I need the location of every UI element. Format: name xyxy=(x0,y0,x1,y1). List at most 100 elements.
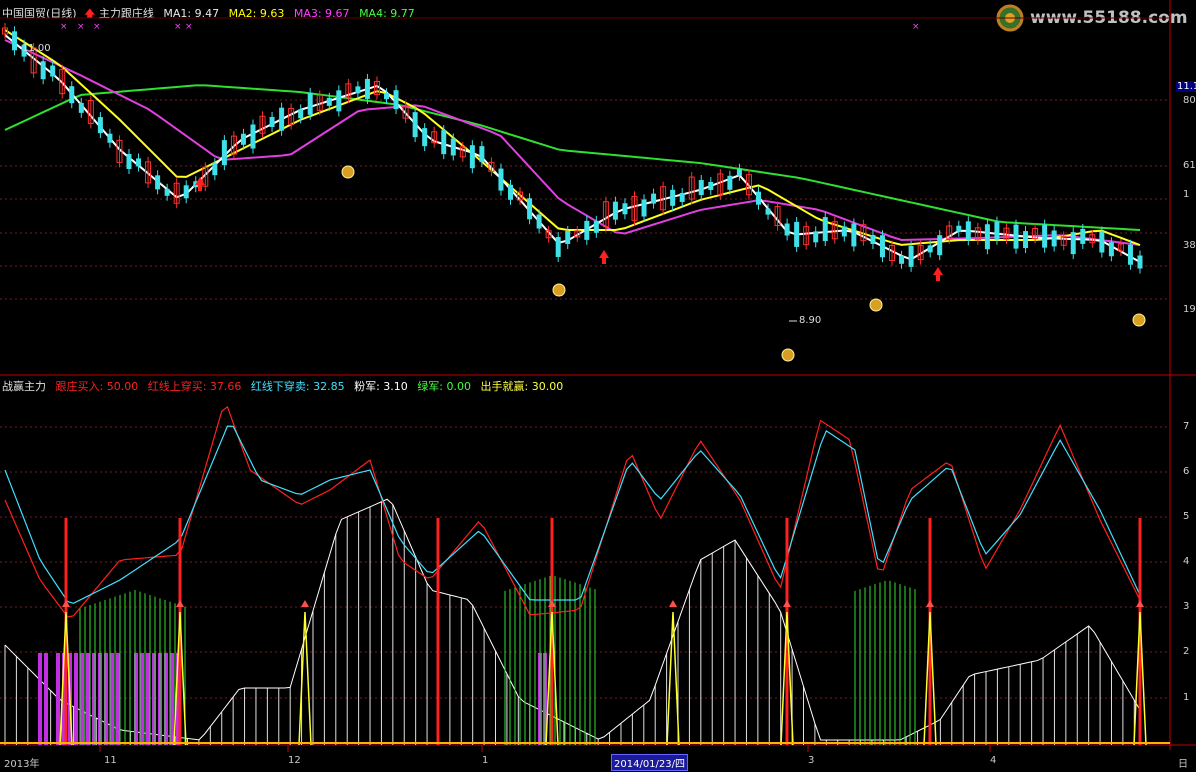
candle-body xyxy=(78,102,84,113)
legend-red-cross-sell: 红线下穿卖: 32.85 xyxy=(250,380,345,393)
indicator-tick: 1 xyxy=(1183,692,1190,703)
x-label: 3 xyxy=(808,755,815,766)
pink-army-bar xyxy=(74,653,78,745)
signal-arrow-icon xyxy=(783,600,791,607)
strike-win-spike xyxy=(298,611,312,746)
candle-body xyxy=(593,220,599,233)
candle-body xyxy=(1127,244,1133,265)
candle-body xyxy=(927,245,933,253)
candle-body xyxy=(326,97,332,106)
candle-body xyxy=(40,61,46,80)
candle-body xyxy=(994,221,1000,240)
candle-body xyxy=(479,146,485,163)
indicator-tick: 7 xyxy=(1183,421,1190,432)
cursor-date: 2014/01/23/四 xyxy=(611,754,689,771)
candle-body xyxy=(651,193,657,204)
x-label: 11 xyxy=(104,755,117,766)
candle-body xyxy=(937,235,943,256)
red-line xyxy=(4,405,1141,618)
candle-body xyxy=(364,78,370,99)
candle-body xyxy=(1070,232,1076,255)
candle-body xyxy=(450,138,456,156)
candle-body xyxy=(212,163,218,176)
pink-army-bar xyxy=(44,653,48,745)
candle-body xyxy=(1042,224,1048,248)
candle-body xyxy=(279,107,285,131)
candle-body xyxy=(1023,231,1029,249)
candle-body xyxy=(508,184,514,200)
money-bag-icon xyxy=(552,283,566,297)
candle-body xyxy=(240,133,246,145)
buy-arrow-icon xyxy=(933,267,943,281)
candle-body xyxy=(221,140,227,166)
candle-body xyxy=(727,175,733,190)
signal-arrow-icon xyxy=(62,600,70,607)
money-bag-icon xyxy=(781,348,795,362)
price-tick: 11.1 xyxy=(1176,81,1196,92)
money-bag-icon xyxy=(869,298,883,312)
legend-red-cross-buy: 红线上穿买: 37.66 xyxy=(147,380,242,393)
indicator-tick: 5 xyxy=(1183,511,1190,522)
candle-body xyxy=(641,199,647,217)
legend-green-army: 绿军: 0.00 xyxy=(417,380,472,393)
candle-body xyxy=(1051,230,1057,247)
candle-body xyxy=(269,116,275,127)
candle-body xyxy=(307,92,313,115)
price-tick: 19 xyxy=(1183,304,1196,315)
candle-body xyxy=(555,236,561,257)
ma3-line xyxy=(4,39,1141,246)
cyan-line xyxy=(4,425,1141,604)
candle-body xyxy=(736,168,742,176)
indicator-title[interactable]: 战赢主力 xyxy=(2,380,46,393)
candle-body xyxy=(670,189,676,206)
pink-army-bar xyxy=(146,653,150,745)
candle-body xyxy=(679,192,685,202)
candle-body xyxy=(765,208,771,215)
signal-arrow-icon xyxy=(1136,600,1144,607)
candle-body xyxy=(622,203,628,215)
candle-body xyxy=(298,109,304,119)
indicator-tick: 4 xyxy=(1183,556,1190,567)
x-marker-icon: × xyxy=(93,22,101,32)
pink-army-bar xyxy=(56,653,60,745)
candle-body xyxy=(136,158,142,167)
indicator-legend: 战赢主力 跟庄买入: 50.00 红线上穿买: 37.66 红线下穿卖: 32.… xyxy=(2,378,563,394)
x-label: 1 xyxy=(482,755,489,766)
candle-body xyxy=(794,221,800,247)
candle-body xyxy=(841,226,847,237)
pink-army-bar xyxy=(116,653,120,745)
money-bag-icon xyxy=(341,165,355,179)
buy-arrow-icon xyxy=(599,250,609,264)
candle-body xyxy=(984,224,990,250)
candle-body xyxy=(813,231,819,243)
candle-body xyxy=(336,90,342,112)
price-tick: 61 xyxy=(1183,160,1196,171)
candle-body xyxy=(12,31,18,51)
ma2-line xyxy=(4,29,1141,246)
candle-body xyxy=(155,175,161,190)
candle-body xyxy=(698,180,704,196)
candle-body xyxy=(250,124,256,149)
candle-body xyxy=(498,168,504,191)
x-marker-icon: × xyxy=(185,22,193,32)
candle-body xyxy=(107,133,113,143)
price-tick: 1 xyxy=(1183,189,1190,200)
candle-body xyxy=(956,225,962,232)
indicator-tick: 3 xyxy=(1183,601,1190,612)
candle-body xyxy=(384,93,390,100)
candle-body xyxy=(393,90,399,110)
candle-body xyxy=(879,235,885,258)
indicator-tick: 2 xyxy=(1183,646,1190,657)
candle-body xyxy=(536,214,542,229)
candle-body xyxy=(584,220,590,240)
pink-army-bar xyxy=(140,653,144,745)
candle-body xyxy=(1137,255,1143,269)
candle-body xyxy=(97,117,103,134)
signal-arrow-icon xyxy=(926,600,934,607)
legend-pink-army: 粉军: 3.10 xyxy=(354,380,408,393)
candle-body xyxy=(870,234,876,244)
x-label: 2013年 xyxy=(4,759,40,770)
candle-body xyxy=(784,223,790,236)
buy-arrow-icon xyxy=(195,177,205,191)
candle-body xyxy=(822,217,828,242)
